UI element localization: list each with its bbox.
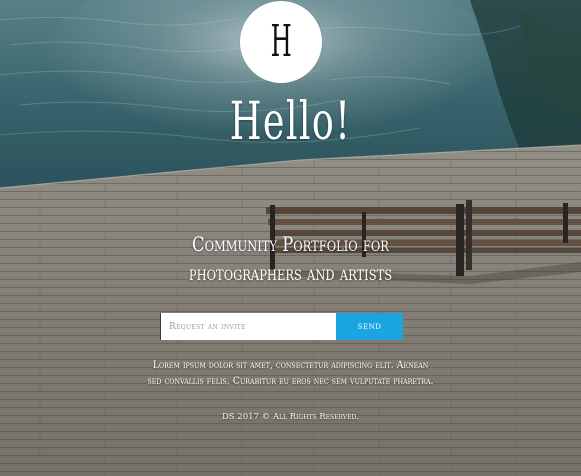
invite-form: send	[160, 313, 403, 340]
hero-heading: Hello!	[229, 92, 352, 152]
letter-h-logo-icon: H	[270, 16, 292, 67]
send-button[interactable]: send	[336, 313, 403, 340]
description-text: Lorem ipsum dolor sit amet, consectetur …	[147, 359, 434, 387]
tagline-line-1: Community Portfolio for	[192, 232, 389, 256]
landing-content: H Hello! Community Portfolio for photogr…	[0, 0, 581, 476]
tagline: Community Portfolio for photographers an…	[52, 230, 528, 288]
invite-email-input[interactable]	[160, 313, 336, 340]
tagline-line-2: photographers and artists	[188, 261, 393, 285]
copyright-text: DS 2017 © All Rights Reserved.	[221, 412, 360, 422]
logo-badge[interactable]: H	[240, 1, 322, 83]
